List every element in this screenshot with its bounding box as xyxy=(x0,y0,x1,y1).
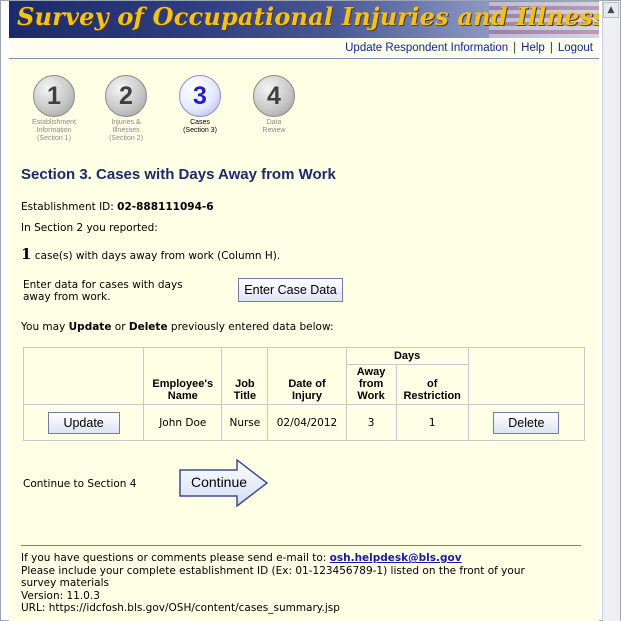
case-count-row: 1 case(s) with days away from work (Colu… xyxy=(21,245,280,263)
nav-separator: | xyxy=(513,42,517,54)
update-cell: Update xyxy=(22,404,145,441)
vertical-scrollbar[interactable]: ▲ xyxy=(602,1,620,621)
step-2-label: Injuries & Illnesses (Section 2) xyxy=(109,119,143,142)
step-2[interactable]: 2 Injuries & Illnesses (Section 2) xyxy=(93,75,159,143)
job-title-cell: Nurse xyxy=(221,404,269,441)
step-4[interactable]: 4 Data Review xyxy=(241,75,307,135)
header-days-restriction: of Restriction xyxy=(395,364,469,405)
header-blank-left xyxy=(22,347,145,405)
continue-prompt: Continue to Section 4 xyxy=(23,478,137,490)
browser-frame: Survey of Occupational Injuries and Illn… xyxy=(0,0,621,621)
step-4-label: Data Review xyxy=(262,119,286,134)
update-button[interactable]: Update xyxy=(47,411,120,434)
header-days-away: Away from Work xyxy=(345,364,397,405)
header-job-title: Job Title xyxy=(221,347,269,405)
app-title: Survey of Occupational Injuries and Illn… xyxy=(17,2,599,31)
step-4-circle: 4 xyxy=(253,75,295,117)
step-3-circle: 3 xyxy=(179,75,221,117)
establishment-id-row: Establishment ID: 02-888111094-6 xyxy=(21,201,214,213)
establishment-label: Establishment ID: xyxy=(21,201,114,213)
footer: If you have questions or comments please… xyxy=(21,552,591,615)
delete-cell: Delete xyxy=(467,404,586,441)
enter-data-prompt: Enter data for cases with days away from… xyxy=(23,279,183,303)
footer-contact: If you have questions or comments please… xyxy=(21,552,462,564)
update-delete-instructions: You may Update or Delete previously ente… xyxy=(21,321,334,333)
top-nav: Update Respondent Information | Help | Logou… xyxy=(9,38,599,59)
header-blank-right xyxy=(467,347,586,405)
establishment-id-value: 02-888111094-6 xyxy=(117,201,214,213)
help-link[interactable]: Help xyxy=(521,42,545,54)
page-content: Survey of Occupational Injuries and Illn… xyxy=(9,1,599,621)
logout-link[interactable]: Logout xyxy=(558,42,593,54)
step-2-circle: 2 xyxy=(105,75,147,117)
case-count-text: case(s) with days away from work (Column… xyxy=(34,250,281,262)
step-1-label: Establishment Information (Section 1) xyxy=(32,119,76,142)
step-1[interactable]: 1 Establishment Information (Section 1) xyxy=(21,75,87,143)
continue-label: Continue xyxy=(191,474,248,490)
header-date-of-injury: Date of Injury xyxy=(267,347,347,405)
delete-button[interactable]: Delete xyxy=(493,411,560,434)
version-text: Version: 11.0.3 xyxy=(21,589,100,602)
continue-button[interactable]: Continue xyxy=(179,458,269,508)
url-text: URL: https://idcfosh.bls.gov/OSH/content… xyxy=(21,602,340,614)
nav-separator: | xyxy=(549,42,553,54)
date-of-injury-cell: 02/04/2012 xyxy=(267,404,347,441)
enter-case-data-button[interactable]: Enter Case Data xyxy=(238,278,343,302)
days-away-cell: 3 xyxy=(345,404,397,441)
header-days: Days xyxy=(345,347,469,365)
footer-divider xyxy=(21,545,581,546)
footer-instructions-cont: survey materials xyxy=(21,577,109,589)
days-restriction-cell: 1 xyxy=(395,404,469,441)
update-respondent-link[interactable]: Update Respondent Information xyxy=(345,42,508,54)
help-email-link[interactable]: osh.helpdesk@bls.gov xyxy=(330,552,462,564)
footer-instructions: Please include your complete establishme… xyxy=(21,564,525,577)
header-banner: Survey of Occupational Injuries and Illn… xyxy=(9,1,599,38)
page-title: Section 3. Cases with Days Away from Wor… xyxy=(21,166,336,183)
case-count: 1 xyxy=(21,245,32,263)
header-employee-name: Employee's Name xyxy=(143,347,223,405)
scroll-up-arrow-icon[interactable]: ▲ xyxy=(603,2,619,18)
step-3-current: 3 Cases (Section 3) xyxy=(167,75,233,135)
cases-table: Employee's Name Job Title Date of Injury Da… xyxy=(22,347,586,441)
step-3-label: Cases (Section 3) xyxy=(183,119,217,134)
reported-text: In Section 2 you reported: xyxy=(21,222,158,234)
table-row: Update John Doe Nurse 02/04/2012 3 1 Del… xyxy=(22,404,586,441)
employee-name-cell: John Doe xyxy=(143,404,223,441)
step-1-circle: 1 xyxy=(33,75,75,117)
